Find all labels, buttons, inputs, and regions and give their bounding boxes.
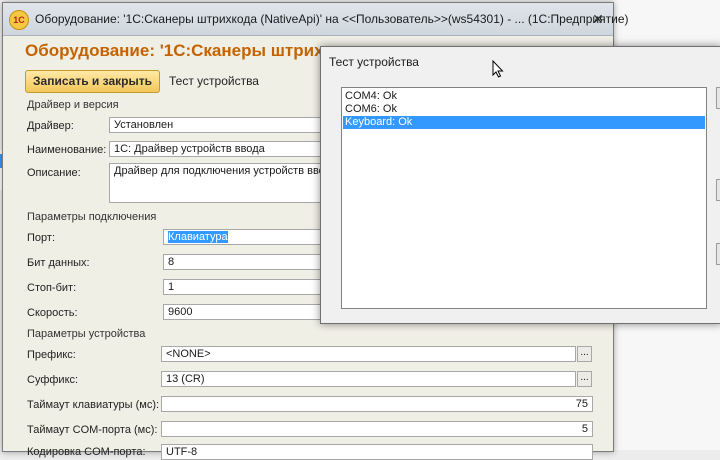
prefix-label: Префикс:	[27, 349, 76, 361]
speed-field[interactable]: 9600	[163, 304, 339, 320]
com-timeout-label: Таймаут COM-порта (мс):	[27, 424, 158, 436]
form-heading: Оборудование: '1С:Сканеры штрих	[25, 41, 324, 60]
description-field[interactable]: Драйвер для подключения устройств вво	[109, 163, 339, 203]
dialog-side-button[interactable]	[716, 179, 720, 201]
prefix-select-button[interactable]: ...	[577, 346, 592, 362]
data-bits-label: Бит данных:	[27, 257, 90, 269]
driver-label: Драйвер:	[27, 120, 74, 132]
port-label: Порт:	[27, 232, 55, 244]
description-label: Описание:	[27, 167, 81, 179]
port-value: Клавиатура	[168, 231, 228, 243]
section-device: Параметры устройства	[27, 328, 146, 340]
driver-field[interactable]: Установлен	[109, 117, 339, 133]
name-label: Наименование:	[27, 144, 107, 156]
encoding-label: Кодировка COM-порта:	[27, 446, 146, 458]
dialog-side-button[interactable]	[716, 243, 720, 265]
speed-label: Скорость:	[27, 307, 78, 319]
kb-timeout-field[interactable]: 75	[161, 396, 593, 412]
data-bits-field[interactable]: 8	[163, 254, 339, 270]
window-titlebar[interactable]: 1С Оборудование: '1С:Сканеры штрихкода (…	[3, 3, 629, 36]
dialog-title[interactable]: Тест устройства	[329, 55, 419, 69]
dialog-side-button[interactable]	[716, 87, 720, 109]
stop-bit-label: Стоп-бит:	[27, 282, 77, 294]
encoding-field[interactable]: UTF-8	[161, 444, 593, 460]
list-item[interactable]: COM6: Ok	[343, 103, 705, 116]
suffix-field[interactable]: 13 (CR)	[161, 371, 576, 387]
save-and-close-button[interactable]: Записать и закрыть	[25, 70, 160, 93]
stop-bit-field[interactable]: 1	[163, 279, 339, 295]
port-field[interactable]: Клавиатура	[163, 229, 339, 245]
section-driver: Драйвер и версия	[27, 99, 119, 111]
list-item-selected[interactable]: Keyboard: Ok	[343, 116, 705, 129]
suffix-select-button[interactable]: ...	[577, 371, 592, 387]
section-connection: Параметры подключения	[27, 211, 157, 223]
kb-timeout-label: Таймаут клавиатуры (мс):	[27, 399, 160, 411]
app-logo-icon: 1С	[9, 10, 29, 30]
com-timeout-field[interactable]: 5	[161, 421, 593, 437]
test-device-dialog: Тест устройства COM4: Ok COM6: Ok Keyboa…	[320, 46, 720, 324]
test-results-list[interactable]: COM4: Ok COM6: Ok Keyboard: Ok	[341, 87, 707, 309]
prefix-field[interactable]: <NONE>	[161, 346, 576, 362]
name-field[interactable]: 1С: Драйвер устройств ввода	[109, 141, 339, 157]
list-item[interactable]: COM4: Ok	[343, 90, 705, 103]
mouse-cursor-icon	[492, 60, 504, 78]
test-device-button[interactable]: Тест устройства	[169, 74, 259, 88]
window-title: Оборудование: '1С:Сканеры штрихкода (Nat…	[35, 12, 629, 26]
close-icon[interactable]: ✕	[589, 10, 607, 28]
suffix-label: Суффикс:	[27, 374, 79, 386]
